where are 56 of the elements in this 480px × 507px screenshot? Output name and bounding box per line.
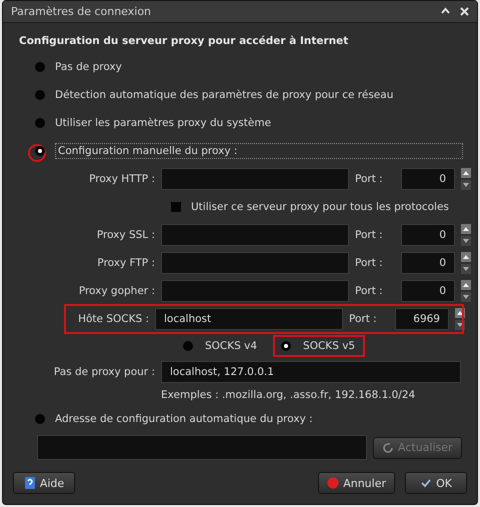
spin-arrows-icon[interactable] [461, 280, 471, 302]
spin-arrows-icon[interactable] [461, 252, 471, 274]
field-label: Pas de proxy pour : [52, 366, 155, 378]
field-label: Proxy HTTP : [88, 173, 155, 185]
section-heading: Configuration du serveur proxy pour accéder à Internet [19, 35, 350, 47]
port-label: Port : [355, 229, 384, 241]
port-field[interactable]: 0 [401, 280, 455, 302]
help-icon [24, 476, 36, 490]
hint-text: Exemples : .mozilla.org, .asso.fr, 192.168.1.0/24 [161, 389, 416, 401]
field-label: Proxy SSL : [96, 229, 155, 241]
port-field[interactable]: 6969 [395, 308, 449, 330]
url-field[interactable] [37, 435, 367, 460]
checkbox[interactable] [171, 202, 181, 212]
collapse-icon[interactable] [441, 7, 450, 14]
ok-button[interactable]: OK [405, 472, 467, 494]
port-label: Port : [349, 313, 378, 325]
radio-button[interactable] [35, 414, 45, 424]
port-label: Port : [355, 257, 384, 269]
radio-label: Configuration manuelle du proxy : [55, 143, 463, 159]
port-label: Port : [355, 285, 384, 297]
field-label: Hôte SOCKS : [77, 313, 149, 325]
host-field[interactable] [161, 252, 349, 274]
host-field[interactable] [161, 280, 349, 302]
port-field[interactable]: 0 [401, 224, 455, 246]
window-title: Paramètres de connexion [11, 5, 152, 18]
spin-arrows-icon[interactable] [455, 308, 465, 330]
refresh-icon [382, 442, 394, 454]
radio-label: SOCKS v5 [303, 340, 356, 352]
radio-label: Adresse de configuration automatique du proxy : [55, 413, 313, 425]
radio-button[interactable] [35, 62, 45, 72]
spin-arrows-icon[interactable] [461, 168, 471, 190]
port-label: Port : [355, 173, 384, 185]
radio-button[interactable] [281, 341, 292, 351]
field-label: Proxy gopher : [78, 285, 155, 297]
check-icon [420, 477, 432, 489]
host-field[interactable]: localhost [155, 308, 343, 330]
port-field[interactable]: 0 [401, 168, 455, 190]
host-field[interactable] [161, 168, 349, 190]
host-field[interactable] [161, 224, 349, 246]
radio-label: Détection automatique des paramètres de proxy pour ce réseau [55, 89, 394, 101]
radio-button[interactable] [35, 118, 45, 128]
checkbox-label: Utiliser ce serveur proxy pour tous les protocoles [191, 201, 449, 213]
radio-label: SOCKS v4 [205, 340, 258, 352]
port-field[interactable]: 0 [401, 252, 455, 274]
help-button[interactable]: Aide [13, 472, 75, 494]
no-proxy-field[interactable]: localhost, 127.0.0.1 [161, 361, 461, 383]
radio-button[interactable] [183, 341, 193, 351]
radio-label: Pas de proxy [55, 61, 122, 73]
radio-button[interactable] [35, 90, 45, 100]
close-icon[interactable] [460, 7, 469, 16]
cancel-icon [327, 477, 340, 489]
field-label: Proxy FTP : [96, 257, 155, 269]
radio-label: Utiliser les paramètres proxy du système [55, 117, 272, 129]
radio-button[interactable] [35, 146, 45, 156]
spin-arrows-icon[interactable] [461, 224, 471, 246]
cancel-button[interactable]: Annuler [318, 472, 395, 494]
